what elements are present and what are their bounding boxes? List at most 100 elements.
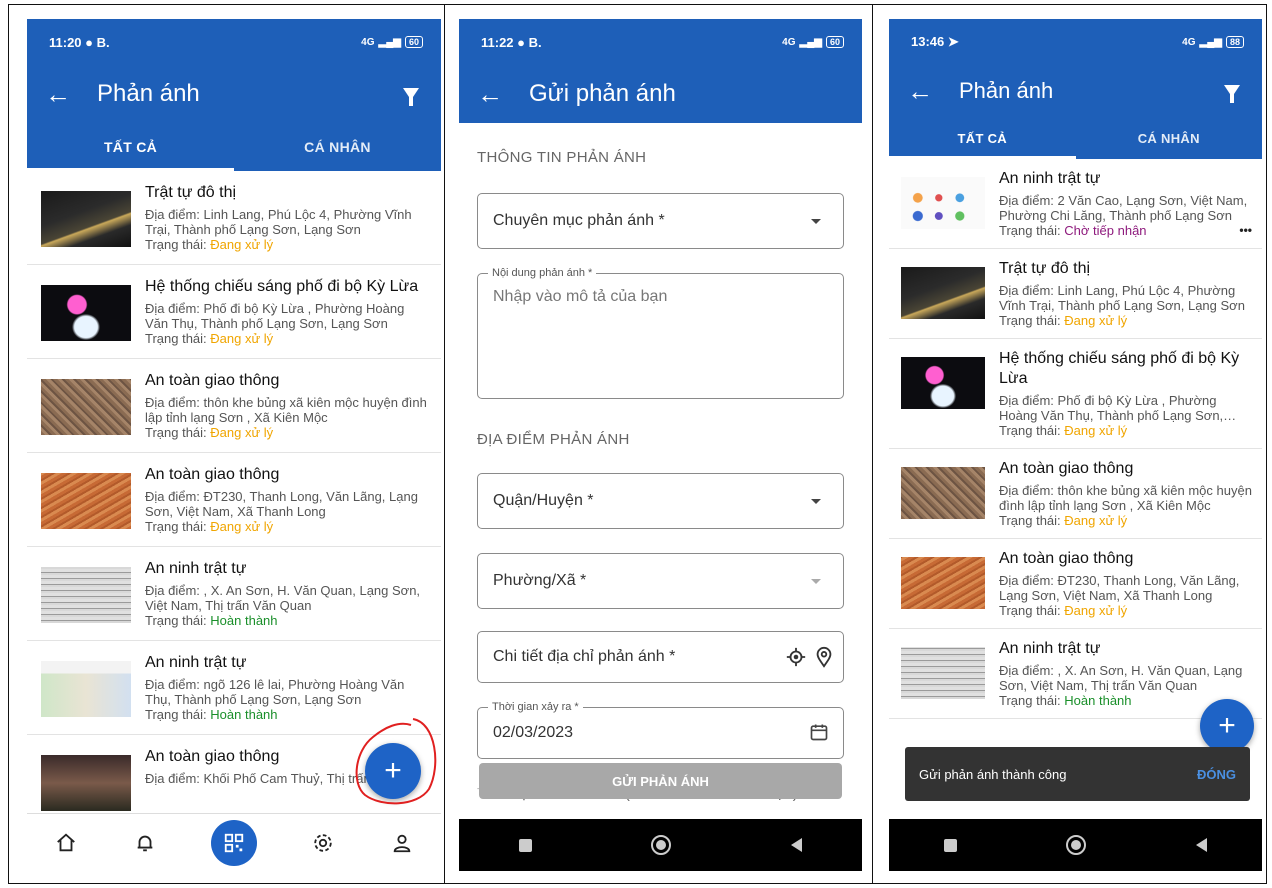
item-location: Địa điểm: Phố đi bộ Kỳ Lừa , Phường Hoàn… — [999, 393, 1224, 423]
item-location: Địa điểm: ngõ 126 lê lai, Phường Hoàng V… — [145, 677, 405, 707]
status-badge: Đang xử lý — [210, 331, 274, 346]
home-circle-icon[interactable] — [1066, 835, 1087, 855]
item-title: Trật tự đô thị — [145, 184, 237, 201]
home-icon[interactable] — [54, 831, 78, 855]
status-badge: Đang xử lý — [1064, 513, 1128, 528]
battery-icon: 88 — [1225, 36, 1244, 48]
time-label: Thời gian xảy ra * — [488, 701, 583, 713]
back-arrow-icon[interactable]: ← — [45, 79, 71, 110]
list-item[interactable]: Trật tự đô thị Địa điểm: Linh Lang, Phú L… — [889, 249, 1262, 339]
qr-scan-icon[interactable] — [210, 819, 257, 866]
back-arrow-icon[interactable]: ← — [907, 76, 933, 107]
back-triangle-icon[interactable] — [791, 838, 803, 852]
app-bar: ← Phản ánh — [27, 65, 441, 123]
category-dropdown[interactable]: Chuyên mục phản ánh * — [477, 193, 844, 249]
item-thumbnail — [41, 191, 131, 247]
snackbar-close-button[interactable]: ĐÓNG — [1197, 767, 1236, 782]
snackbar-success: Gửi phản ánh thành công ĐÓNG — [905, 747, 1250, 801]
status-label: Trạng thái: — [145, 237, 211, 252]
network-icon: 4G — [782, 36, 796, 48]
tab-personal[interactable]: CÁ NHÂN — [1076, 117, 1263, 159]
list-item[interactable]: An toàn giao thông Địa điểm: ĐT230, Thanh… — [889, 539, 1262, 629]
bottom-navigation — [27, 813, 441, 871]
item-location: Địa điểm: Phố đi bộ Kỳ Lừa , Phường Hoàn… — [145, 301, 405, 331]
android-navigation-bar — [459, 819, 862, 871]
back-arrow-icon[interactable]: ← — [477, 79, 503, 110]
network-icon: 4G — [361, 36, 375, 48]
recents-square-icon[interactable] — [518, 838, 532, 852]
item-info: An ninh trật tự Địa điểm: 2 Văn Cao, Lạng… — [999, 169, 1252, 238]
item-info: An toàn giao thông Địa điểm: thôn khe bủn… — [145, 371, 429, 440]
add-feedback-button[interactable]: + — [1200, 699, 1254, 753]
filter-icon[interactable] — [403, 88, 419, 106]
calendar-icon[interactable] — [809, 722, 829, 742]
phone-screen-list-success: 13:46 ➤ 4G ▂▄▆ 88 ← Phản ánh TẤT CẢ CÁ NHÂ… — [889, 19, 1262, 871]
item-status-line: Trạng thái: Đang xử lý — [999, 603, 1252, 618]
item-status-line: Trạng thái: Đang xử lý — [999, 513, 1252, 528]
item-thumbnail — [901, 557, 985, 609]
status-badge: Đang xử lý — [1064, 603, 1128, 618]
status-label: Trạng thái: — [999, 513, 1065, 528]
tab-all[interactable]: TẤT CẢ — [27, 123, 234, 171]
current-location-icon[interactable] — [785, 646, 807, 668]
content-textarea[interactable]: Nội dung phản ánh * Nhập vào mô tả của b… — [477, 267, 844, 399]
bell-icon[interactable] — [133, 831, 157, 855]
more-options-icon[interactable]: ••• — [1239, 223, 1252, 238]
list-item[interactable]: An ninh trật tự Địa điểm: , X. An Sơn, H.… — [27, 547, 441, 641]
status-label: Trạng thái: — [145, 425, 211, 440]
district-label: Quận/Huyện * — [493, 492, 594, 509]
status-label: Trạng thái: — [145, 613, 211, 628]
district-dropdown[interactable]: Quận/Huyện * — [477, 473, 844, 529]
status-badge: Đang xử lý — [210, 237, 274, 252]
list-item[interactable]: An toàn giao thông Địa điểm: thôn khe bủn… — [27, 359, 441, 453]
submit-feedback-button[interactable]: GỬI PHẢN ÁNH — [479, 763, 842, 799]
status-carrier: B. — [528, 34, 542, 50]
back-triangle-icon[interactable] — [1196, 838, 1208, 852]
item-title: An toàn giao thông — [999, 550, 1134, 567]
user-profile-icon[interactable] — [390, 831, 414, 855]
address-input[interactable]: Chi tiết địa chỉ phản ánh * — [477, 631, 844, 683]
item-title: An toàn giao thông — [999, 460, 1134, 477]
page-title: Phản ánh — [97, 80, 200, 107]
status-bar: 11:22 ● B. 4G ▂▄▆ 60 — [459, 19, 862, 65]
chevron-down-icon — [811, 579, 821, 584]
tab-all[interactable]: TẤT CẢ — [889, 117, 1076, 159]
item-title: An ninh trật tự — [999, 640, 1101, 657]
settings-gear-icon[interactable] — [311, 831, 335, 855]
map-pin-icon[interactable] — [813, 646, 835, 668]
item-location: Địa điểm: , X. An Sơn, H. Văn Quan, Lạng… — [999, 663, 1243, 693]
item-title: Hệ thống chiếu sáng phố đi bộ Kỳ Lừa — [999, 350, 1240, 387]
home-circle-icon[interactable] — [651, 835, 672, 855]
list-item[interactable]: An ninh trật tự Địa điểm: , X. An Sơn, H.… — [889, 629, 1262, 719]
item-status-line: Trạng thái: Đang xử lý — [145, 425, 429, 440]
item-thumbnail — [901, 467, 985, 519]
signal-icon: ▂▄▆ — [1199, 36, 1222, 48]
tab-personal[interactable]: CÁ NHÂN — [234, 123, 441, 171]
item-title: An ninh trật tự — [145, 654, 247, 671]
status-label: Trạng thái: — [145, 707, 211, 722]
recents-square-icon[interactable] — [943, 838, 957, 852]
item-title: An toàn giao thông — [145, 372, 280, 389]
battery-icon: 60 — [825, 36, 844, 48]
item-thumbnail — [41, 567, 131, 623]
item-thumbnail — [41, 285, 131, 341]
list-item[interactable]: An toàn giao thông Địa điểm: ĐT230, Thanh… — [27, 453, 441, 547]
list-item[interactable]: Hệ thống chiếu sáng phố đi bộ Kỳ Lừa Địa … — [27, 265, 441, 359]
content-label: Nội dung phản ánh * — [488, 267, 597, 279]
status-label: Trạng thái: — [999, 223, 1065, 238]
item-title: An ninh trật tự — [145, 560, 247, 577]
filter-icon[interactable] — [1224, 85, 1240, 103]
screenshot-frame-2: 11:22 ● B. 4G ▂▄▆ 60 ← Gửi phản ánh THÔNG … — [444, 4, 873, 884]
ward-dropdown[interactable]: Phường/Xã * — [477, 553, 844, 609]
list-item[interactable]: An toàn giao thông Địa điểm: thôn khe bủn… — [889, 449, 1262, 539]
address-label: Chi tiết địa chỉ phản ánh * — [493, 648, 676, 665]
item-info: An toàn giao thông Địa điểm: ĐT230, Thanh… — [145, 465, 429, 534]
item-location: Địa điểm: ĐT230, Thanh Long, Văn Lãng, L… — [145, 489, 418, 519]
red-circle-annotation — [355, 718, 437, 805]
incident-time-input[interactable]: Thời gian xảy ra * 02/03/2023 — [477, 701, 844, 759]
list-item[interactable]: Trật tự đô thị Địa điểm: Linh Lang, Phú L… — [27, 171, 441, 265]
list-item[interactable]: Hệ thống chiếu sáng phố đi bộ Kỳ Lừa Địa … — [889, 339, 1262, 449]
time-value: 02/03/2023 — [493, 724, 574, 741]
status-label: Trạng thái: — [999, 423, 1065, 438]
list-item[interactable]: An ninh trật tự Địa điểm: 2 Văn Cao, Lạng… — [889, 159, 1262, 249]
